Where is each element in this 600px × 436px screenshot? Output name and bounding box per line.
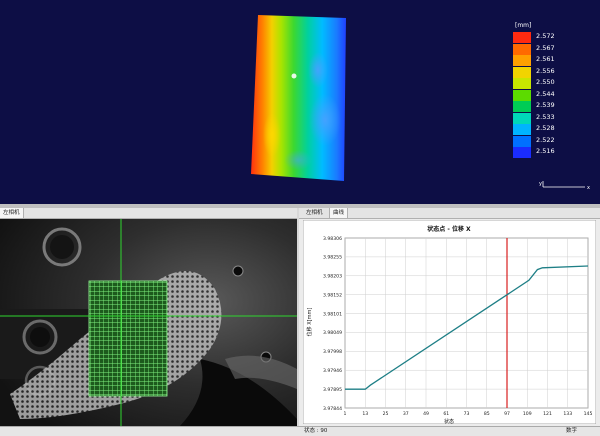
- axis-triad: x y: [539, 181, 590, 191]
- x-tick-label: 97: [504, 411, 510, 417]
- legend-entry: 2.522: [513, 135, 573, 147]
- legend-entry: 2.572: [513, 32, 573, 43]
- chart-x-axis-label: 状态: [444, 418, 454, 424]
- legend-entry: 2.528: [513, 124, 573, 135]
- legend-entry: 2.544: [513, 89, 573, 101]
- tab-left-camera[interactable]: 左相机: [0, 208, 24, 218]
- chart-y-axis-label: 位移 X[mm]: [306, 308, 313, 337]
- x-tick-label: 109: [523, 411, 532, 417]
- x-tick-label: 49: [423, 411, 429, 417]
- legend-entry: 2.539: [513, 101, 573, 112]
- analysis-grid[interactable]: [88, 280, 168, 397]
- legend-swatch: [513, 89, 531, 101]
- legend-value: 2.556: [536, 66, 555, 75]
- y-tick-label: 3.97895: [323, 387, 342, 393]
- legend-value: 2.522: [536, 135, 555, 144]
- chart-frame: 状态点 - 位移 X 位移 X[mm] 状态 3.98306 3.98255 3.9…: [302, 219, 597, 425]
- displacement-chart[interactable]: 状态点 - 位移 X 位移 X[mm] 状态 3.98306 3.98255 3.9…: [302, 219, 597, 425]
- legend-value: 2.561: [536, 55, 555, 63]
- legend-entry: 2.516: [513, 147, 573, 158]
- legend-entry: 2.567: [513, 43, 573, 55]
- x-axis-label: x: [587, 185, 590, 191]
- legend-value: 2.528: [536, 124, 555, 132]
- legend-entry: 2.556: [513, 66, 573, 78]
- y-axis-label: y: [539, 181, 542, 187]
- deformation-3d-view[interactable]: x y [mm] 2.572 2.567 2.561 2.556 2.550 2.544 2…: [0, 0, 600, 204]
- legend-entry: 2.550: [513, 78, 573, 89]
- legend-unit: [mm]: [515, 22, 532, 29]
- legend-swatch: [513, 112, 531, 124]
- legend-swatch: [513, 101, 531, 112]
- legend-value: 2.567: [536, 43, 555, 52]
- legend-swatch: [513, 135, 531, 147]
- color-legend: [mm] 2.572 2.567 2.561 2.556 2.550 2.544 2.539…: [513, 22, 573, 162]
- legend-swatch: [513, 78, 531, 89]
- y-tick-label: 3.98255: [323, 255, 342, 261]
- legend-swatch: [513, 147, 531, 158]
- y-tick-label: 3.98152: [323, 292, 342, 298]
- y-tick-label: 3.98306: [323, 236, 342, 242]
- legend-entry: 2.561: [513, 55, 573, 66]
- graph-panel: 左相机 曲线 状态点 - 位移 X 位移 X[mm] 状态 3.98306 3.9…: [299, 208, 600, 426]
- legend-swatch: [513, 32, 531, 43]
- x-tick-label: 1: [344, 411, 347, 417]
- camera-tabbar: 左相机: [0, 208, 297, 219]
- y-tick-label: 3.98101: [323, 311, 342, 317]
- x-tick-label: 61: [443, 411, 449, 417]
- legend-swatch: [513, 55, 531, 66]
- legend-entry: 2.533: [513, 112, 573, 124]
- camera-panel: 左相机: [0, 208, 297, 426]
- legend-value: 2.533: [536, 112, 555, 121]
- graph-tabbar: 左相机 曲线: [299, 208, 600, 219]
- x-tick-label: 13: [362, 411, 368, 417]
- chart-title: 状态点 - 位移 X: [427, 225, 471, 233]
- x-tick-label: 145: [584, 411, 593, 417]
- x-tick-label: 85: [484, 411, 490, 417]
- 3d-view-canvas: x y: [251, 15, 590, 191]
- y-tick-label: 3.97998: [323, 349, 342, 355]
- x-tick-label: 133: [563, 411, 572, 417]
- displacement-surface: [251, 15, 346, 181]
- x-tick-label: 37: [403, 411, 409, 417]
- y-tick-label: 3.98203: [323, 274, 342, 280]
- legend-value: 2.516: [536, 147, 555, 155]
- x-tick-label: 25: [383, 411, 389, 417]
- legend-value: 2.572: [536, 32, 555, 40]
- y-tick-label: 3.98049: [323, 330, 342, 336]
- legend-value: 2.550: [536, 78, 555, 86]
- tab-curve[interactable]: 曲线: [329, 208, 349, 218]
- x-tick-label: 73: [464, 411, 470, 417]
- chart-background: [302, 219, 597, 425]
- legend-value: 2.544: [536, 89, 555, 98]
- legend-value: 2.539: [536, 101, 555, 109]
- y-tick-label: 3.97844: [323, 406, 342, 412]
- tab-left-camera-2[interactable]: 左相机: [303, 208, 326, 218]
- legend-swatch: [513, 66, 531, 78]
- x-tick-label: 121: [543, 411, 552, 417]
- legend-swatch: [513, 43, 531, 55]
- legend-swatch: [513, 124, 531, 135]
- center-point-marker[interactable]: [291, 73, 297, 79]
- camera-image[interactable]: [0, 219, 297, 426]
- y-tick-label: 3.97946: [323, 368, 342, 374]
